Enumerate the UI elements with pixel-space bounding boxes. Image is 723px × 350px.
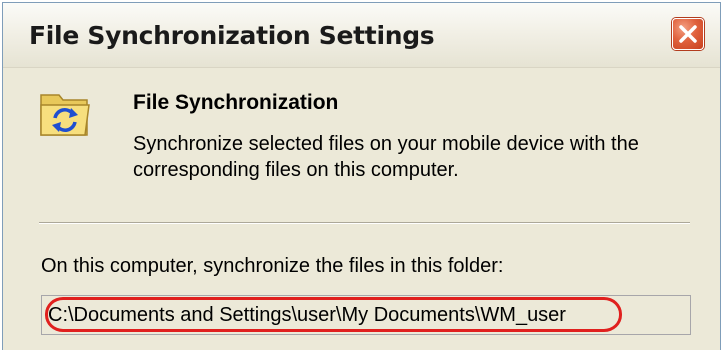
window-title: File Synchronization Settings — [29, 21, 435, 50]
close-icon — [679, 25, 697, 43]
folder-path-value: C:\Documents and Settings\user\My Docume… — [48, 304, 566, 326]
divider — [39, 222, 690, 224]
section-description: Synchronize selected files on your mobil… — [133, 133, 639, 181]
sync-folder-icon — [37, 85, 97, 141]
close-button[interactable] — [672, 18, 704, 50]
folder-label: On this computer, synchronize the files … — [41, 255, 504, 277]
title-bar[interactable]: File Synchronization Settings — [3, 3, 720, 68]
section-title: File Synchronization — [133, 91, 339, 114]
dialog-window: File Synchronization Settings File Synch… — [2, 2, 721, 350]
folder-path-field[interactable]: C:\Documents and Settings\user\My Docume… — [41, 295, 691, 335]
